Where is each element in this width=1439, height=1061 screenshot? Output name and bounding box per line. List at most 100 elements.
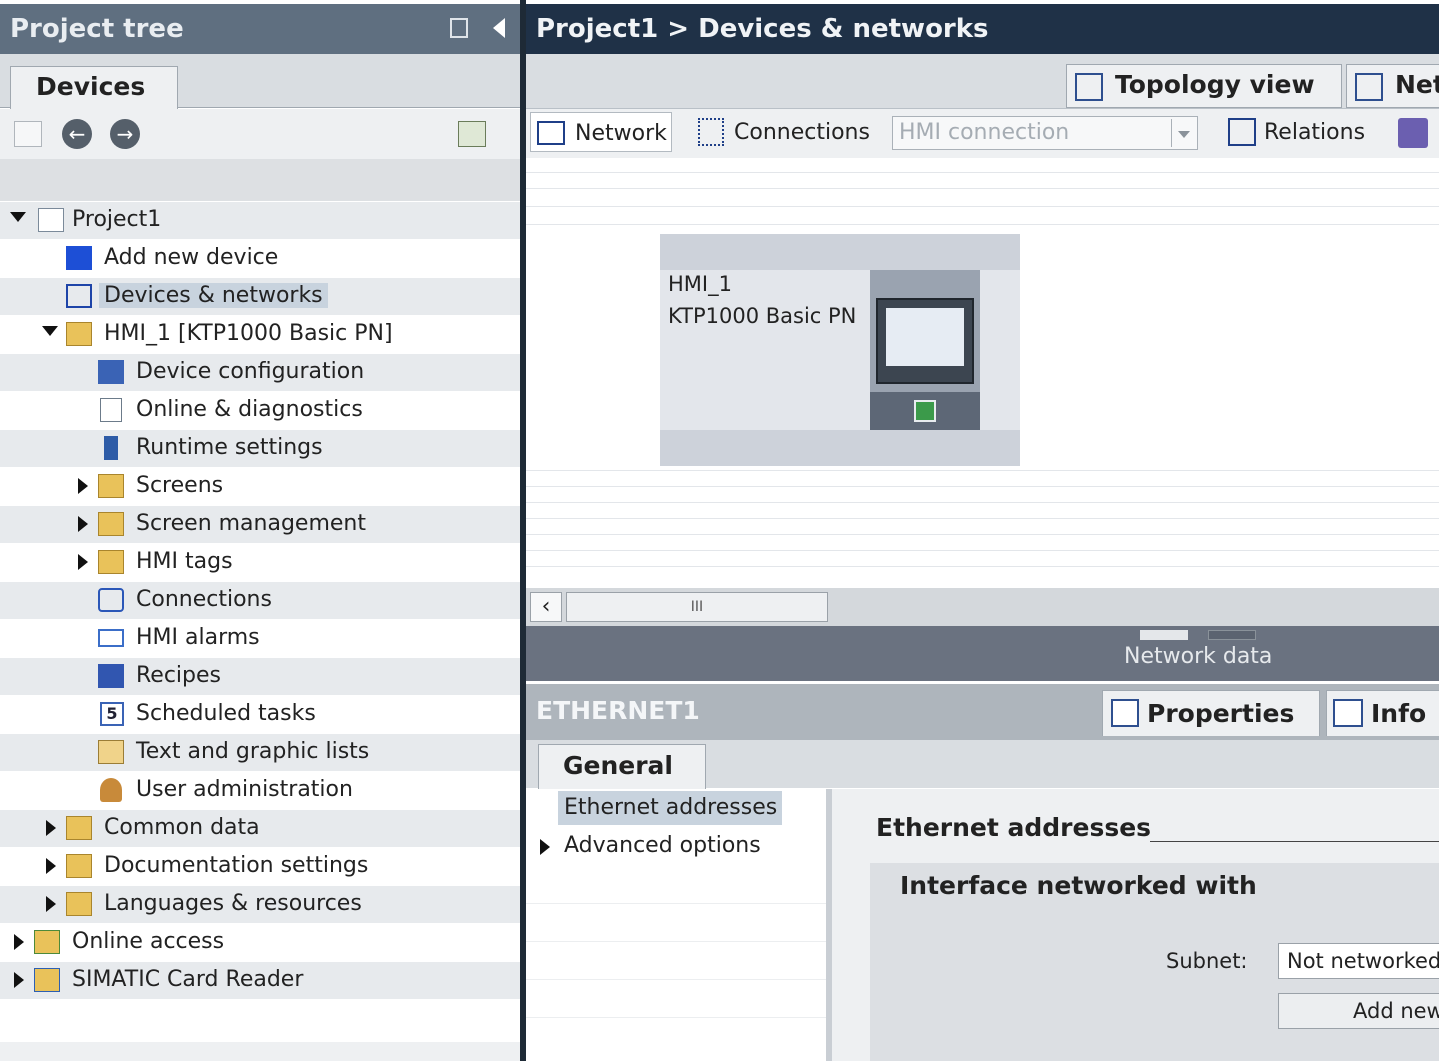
device-type: KTP1000 Basic PN bbox=[668, 304, 857, 328]
tree-item-runtime-settings[interactable]: Runtime settings bbox=[0, 430, 520, 467]
scroll-thumb[interactable]: III bbox=[566, 592, 828, 622]
add-device-icon bbox=[66, 246, 92, 270]
tree-item-label: Online access bbox=[72, 929, 225, 954]
nav-item-advanced-options[interactable]: Advanced options bbox=[526, 827, 826, 865]
collapse-panel-icon[interactable] bbox=[493, 18, 505, 38]
tree-item-label: SIMATIC Card Reader bbox=[72, 967, 304, 992]
tree-item-screens[interactable]: Screens bbox=[0, 468, 520, 505]
tree-item-add-new-device[interactable]: Add new device bbox=[0, 240, 520, 277]
tree-item-label: Add new device bbox=[104, 245, 279, 270]
users-icon bbox=[100, 778, 122, 802]
new-folder-icon[interactable] bbox=[14, 121, 42, 147]
tree-item-languages-resources[interactable]: Languages & resources bbox=[0, 886, 520, 923]
tab-topology-view[interactable]: Topology view bbox=[1066, 64, 1342, 108]
tree-item-label: Project1 bbox=[72, 207, 162, 232]
inspector-content: Ethernet addresses Interface networked w… bbox=[832, 789, 1439, 1061]
tree-item-label: HMI alarms bbox=[136, 625, 260, 650]
device-name: HMI_1 bbox=[668, 272, 732, 296]
grid-line bbox=[526, 470, 1439, 471]
nav-item-label: Ethernet addresses bbox=[564, 795, 778, 820]
connection-type-select[interactable]: HMI connection bbox=[892, 116, 1198, 150]
hmi-screen-icon bbox=[886, 308, 964, 366]
tree-item-label: Common data bbox=[104, 815, 260, 840]
scroll-left-button[interactable]: ‹ bbox=[530, 592, 562, 622]
expand-arrow-icon[interactable] bbox=[46, 858, 56, 874]
expand-arrow-icon[interactable] bbox=[78, 478, 88, 494]
tree-item-user-administration[interactable]: User administration bbox=[0, 772, 520, 809]
common-data-folder-icon bbox=[66, 816, 92, 840]
properties-icon bbox=[1111, 699, 1139, 727]
back-icon[interactable]: ← bbox=[62, 119, 92, 149]
expand-up-button[interactable] bbox=[1140, 630, 1188, 640]
expand-arrow-icon[interactable] bbox=[46, 896, 56, 912]
tab-general[interactable]: General bbox=[538, 744, 706, 790]
expand-arrow-icon[interactable] bbox=[78, 554, 88, 570]
tree-item-online-diagnostics[interactable]: Online & diagnostics bbox=[0, 392, 520, 429]
network-button[interactable]: Network bbox=[530, 112, 672, 152]
relations-icon bbox=[1228, 118, 1256, 146]
grid-line bbox=[526, 206, 1439, 207]
expand-arrow-icon[interactable] bbox=[78, 516, 88, 532]
tree-item-connections[interactable]: Connections bbox=[0, 582, 520, 619]
tree-item-common-data[interactable]: Common data bbox=[0, 810, 520, 847]
tree-item-hmi1[interactable]: HMI_1 [KTP1000 Basic PN] bbox=[0, 316, 520, 353]
tree-item-documentation-settings[interactable]: Documentation settings bbox=[0, 848, 520, 885]
project-tree-title: Project tree bbox=[0, 4, 520, 54]
device-footer bbox=[660, 430, 1020, 466]
tree-item-scheduled-tasks[interactable]: 5 Scheduled tasks bbox=[0, 696, 520, 733]
tab-label: Info bbox=[1371, 699, 1427, 728]
tab-properties[interactable]: Properties bbox=[1102, 690, 1320, 736]
tree-item-hmi-tags[interactable]: HMI tags bbox=[0, 544, 520, 581]
topology-icon bbox=[1075, 73, 1103, 101]
tab-info[interactable]: Info bbox=[1326, 690, 1439, 736]
tree-item-screen-management[interactable]: Screen management bbox=[0, 506, 520, 543]
tab-devices[interactable]: Devices bbox=[10, 66, 178, 110]
ethernet-port-icon[interactable] bbox=[914, 400, 936, 422]
tree-footer bbox=[0, 1042, 520, 1061]
highlight-icon[interactable] bbox=[1398, 118, 1428, 148]
tree-item-label: Devices & networks bbox=[99, 283, 328, 308]
overview-icon[interactable] bbox=[458, 121, 486, 147]
network-data-label: Network data bbox=[1124, 644, 1273, 669]
horizontal-scrollbar[interactable]: ‹ III bbox=[526, 588, 1439, 626]
nav-item-ethernet-addresses[interactable]: Ethernet addresses bbox=[526, 789, 826, 827]
group-title: Interface networked with bbox=[900, 871, 1257, 900]
collapse-arrow-icon[interactable] bbox=[42, 326, 58, 336]
expand-arrow-icon[interactable] bbox=[46, 820, 56, 836]
tree-item-project1[interactable]: Project1 bbox=[0, 202, 520, 239]
tree-item-hmi-alarms[interactable]: HMI alarms bbox=[0, 620, 520, 657]
tree-item-text-graphic-lists[interactable]: Text and graphic lists bbox=[0, 734, 520, 771]
tree-item-simatic-card-reader[interactable]: SIMATIC Card Reader bbox=[0, 962, 520, 999]
tree-item-devices-networks[interactable]: Devices & networks bbox=[0, 278, 520, 315]
tree-spacer bbox=[0, 159, 520, 201]
subnet-select[interactable]: Not networked bbox=[1278, 943, 1439, 979]
card-reader-folder-icon bbox=[34, 968, 60, 992]
add-new-subnet-button[interactable]: Add new subnet bbox=[1278, 993, 1439, 1029]
collapse-arrow-icon[interactable] bbox=[10, 212, 26, 222]
grid-line bbox=[526, 224, 1439, 225]
expand-down-button[interactable] bbox=[1208, 630, 1256, 640]
subnet-label: Subnet: bbox=[1166, 949, 1248, 973]
forward-icon[interactable]: → bbox=[110, 119, 140, 149]
tree-item-recipes[interactable]: Recipes bbox=[0, 658, 520, 695]
tree-item-label: Device configuration bbox=[136, 359, 365, 384]
section-rule bbox=[1150, 841, 1439, 842]
network-data-bar[interactable]: Network data bbox=[526, 626, 1439, 681]
expand-arrow-icon[interactable] bbox=[540, 839, 550, 855]
expand-arrow-icon[interactable] bbox=[14, 972, 24, 988]
relations-button[interactable]: Relations bbox=[1220, 112, 1373, 152]
project-icon bbox=[38, 208, 64, 232]
connections-button[interactable]: Connections bbox=[690, 112, 878, 152]
hmi-device-box[interactable]: HMI_1 KTP1000 Basic PN bbox=[660, 234, 1020, 466]
expand-arrow-icon[interactable] bbox=[14, 934, 24, 950]
grid-line bbox=[526, 566, 1439, 567]
tree-item-device-configuration[interactable]: Device configuration bbox=[0, 354, 520, 391]
nav-divider bbox=[526, 979, 826, 980]
nav-divider bbox=[526, 941, 826, 942]
tree-item-online-access[interactable]: Online access bbox=[0, 924, 520, 961]
device-header bbox=[660, 234, 1020, 270]
tab-network-view[interactable]: Net bbox=[1346, 64, 1439, 108]
panel-layout-icon[interactable] bbox=[450, 18, 468, 38]
relations-button-label: Relations bbox=[1264, 120, 1366, 145]
interface-group: Interface networked with Subnet: Not net… bbox=[870, 863, 1439, 1061]
